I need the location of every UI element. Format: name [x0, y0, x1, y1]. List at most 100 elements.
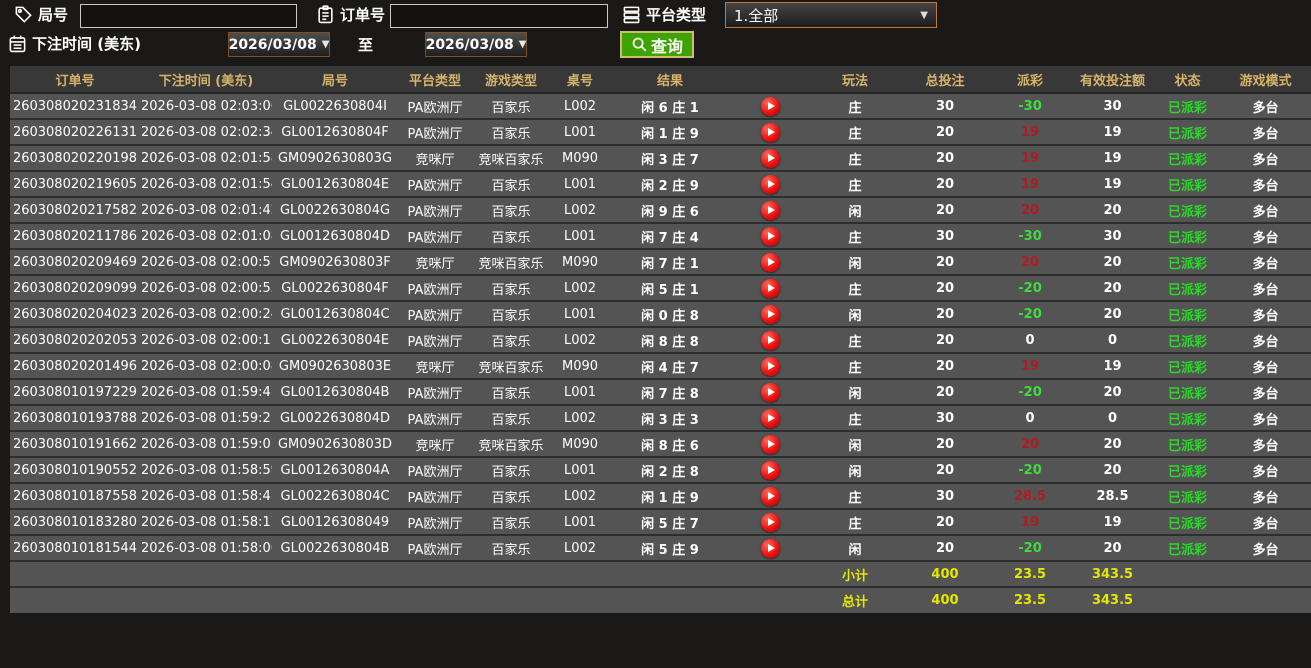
cell-total-bet: 30: [900, 92, 990, 119]
cell-table-no: L002: [550, 274, 610, 301]
cell-bet-type: 庄: [810, 482, 900, 509]
cell-order-no: 260308020202053: [10, 326, 140, 353]
cell-result: 闲 9 庄 6: [610, 196, 730, 223]
cell-round-no: GL0022630804C: [272, 482, 398, 509]
grand-total-valid-bet: 343.5: [1070, 586, 1155, 613]
cell-replay: [730, 144, 810, 171]
cell-table-no: M090: [550, 248, 610, 275]
cell-platform-type: 竞咪厅: [398, 430, 472, 457]
cell-replay: [730, 508, 810, 535]
platform-type-select[interactable]: 1.全部 ▼: [725, 2, 937, 28]
replay-button[interactable]: [760, 382, 780, 402]
cell-game-type: 百家乐: [472, 118, 550, 145]
replay-button[interactable]: [760, 434, 780, 454]
date-from-picker[interactable]: 2026/03/08 ▼: [228, 32, 330, 57]
date-to-value: 2026/03/08: [425, 36, 514, 53]
cell-game-mode: 多台: [1220, 352, 1311, 379]
replay-button[interactable]: [760, 278, 780, 298]
cell-round-no: GL0012630804B: [272, 378, 398, 405]
cell-result: 闲 7 庄 4: [610, 222, 730, 249]
cell-result: 闲 2 庄 9: [610, 170, 730, 197]
table-row: 260308010197229 2026-03-08 01:59:41 GL00…: [10, 378, 1311, 405]
cell-payout: 0: [990, 326, 1070, 353]
cell-game-mode: 多台: [1220, 404, 1311, 431]
table-row: 260308010193788 2026-03-08 01:59:21 GL00…: [10, 404, 1311, 431]
cell-game-type: 百家乐: [472, 534, 550, 561]
replay-button[interactable]: [760, 96, 780, 116]
play-icon: [767, 414, 775, 422]
query-button[interactable]: 查询: [620, 31, 695, 58]
cell-round-no: GL0012630804E: [272, 170, 398, 197]
round-no-label: 局号: [38, 6, 69, 24]
cell-valid-bet: 28.5: [1070, 482, 1155, 509]
cell-total-bet: 20: [900, 118, 990, 145]
replay-button[interactable]: [760, 122, 780, 142]
cell-valid-bet: 20: [1070, 534, 1155, 561]
cell-replay: [730, 300, 810, 327]
replay-button[interactable]: [760, 252, 780, 272]
cell-bet-time: 2026-03-08 02:00:55: [140, 274, 272, 301]
cell-game-mode: 多台: [1220, 430, 1311, 457]
cell-order-no: 260308010191662: [10, 430, 140, 457]
cell-round-no: GL0022630804E: [272, 326, 398, 353]
replay-button[interactable]: [760, 174, 780, 194]
cell-round-no: GM0902630803E: [272, 352, 398, 379]
round-no-input[interactable]: [80, 4, 297, 28]
cell-table-no: L001: [550, 378, 610, 405]
cell-status: 已派彩: [1155, 378, 1220, 405]
replay-button[interactable]: [760, 408, 780, 428]
replay-button[interactable]: [760, 512, 780, 532]
cell-table-no: L001: [550, 170, 610, 197]
cell-order-no: 260308020204023: [10, 300, 140, 327]
play-icon: [767, 466, 775, 474]
cell-bet-type: 庄: [810, 170, 900, 197]
table-row: 260308020202053 2026-03-08 02:00:11 GL00…: [10, 326, 1311, 353]
table-row: 260308020201496 2026-03-08 02:00:08 GM09…: [10, 352, 1311, 379]
replay-button[interactable]: [760, 304, 780, 324]
date-to-picker[interactable]: 2026/03/08 ▼: [425, 32, 527, 57]
cell-platform-type: PA欧洲厅: [398, 196, 472, 223]
cell-bet-time: 2026-03-08 02:00:08: [140, 352, 272, 379]
cell-valid-bet: 19: [1070, 508, 1155, 535]
cell-table-no: M090: [550, 430, 610, 457]
cell-bet-time: 2026-03-08 02:01:42: [140, 196, 272, 223]
play-icon: [767, 544, 775, 552]
cell-round-no: GL0022630804B: [272, 534, 398, 561]
cell-replay: [730, 248, 810, 275]
replay-button[interactable]: [760, 226, 780, 246]
order-no-input[interactable]: [390, 4, 608, 28]
cell-total-bet: 20: [900, 430, 990, 457]
cell-game-mode: 多台: [1220, 508, 1311, 535]
cell-table-no: L002: [550, 92, 610, 119]
cell-game-type: 竞咪百家乐: [472, 352, 550, 379]
replay-button[interactable]: [760, 200, 780, 220]
replay-button[interactable]: [760, 148, 780, 168]
query-button-label: 查询: [651, 38, 684, 56]
cell-replay: [730, 352, 810, 379]
cell-bet-type: 庄: [810, 508, 900, 535]
cell-status: 已派彩: [1155, 326, 1220, 353]
cell-payout: -20: [990, 534, 1070, 561]
cell-result: 闲 8 庄 6: [610, 430, 730, 457]
cell-platform-type: PA欧洲厅: [398, 274, 472, 301]
cell-order-no: 260308010193788: [10, 404, 140, 431]
play-icon: [767, 180, 775, 188]
cell-table-no: L002: [550, 534, 610, 561]
replay-button[interactable]: [760, 356, 780, 376]
cell-payout: -30: [990, 222, 1070, 249]
cell-total-bet: 20: [900, 144, 990, 171]
cell-order-no: 260308020219605: [10, 170, 140, 197]
cell-bet-type: 闲: [810, 248, 900, 275]
cell-total-bet: 20: [900, 300, 990, 327]
replay-button[interactable]: [760, 330, 780, 350]
play-icon: [767, 232, 775, 240]
replay-button[interactable]: [760, 486, 780, 506]
cell-status: 已派彩: [1155, 534, 1220, 561]
cell-replay: [730, 118, 810, 145]
replay-button[interactable]: [760, 460, 780, 480]
cell-table-no: L001: [550, 300, 610, 327]
date-range-to-label: 至: [358, 36, 374, 54]
replay-button[interactable]: [760, 538, 780, 558]
cell-round-no: GM0902630803F: [272, 248, 398, 275]
cell-platform-type: PA欧洲厅: [398, 508, 472, 535]
